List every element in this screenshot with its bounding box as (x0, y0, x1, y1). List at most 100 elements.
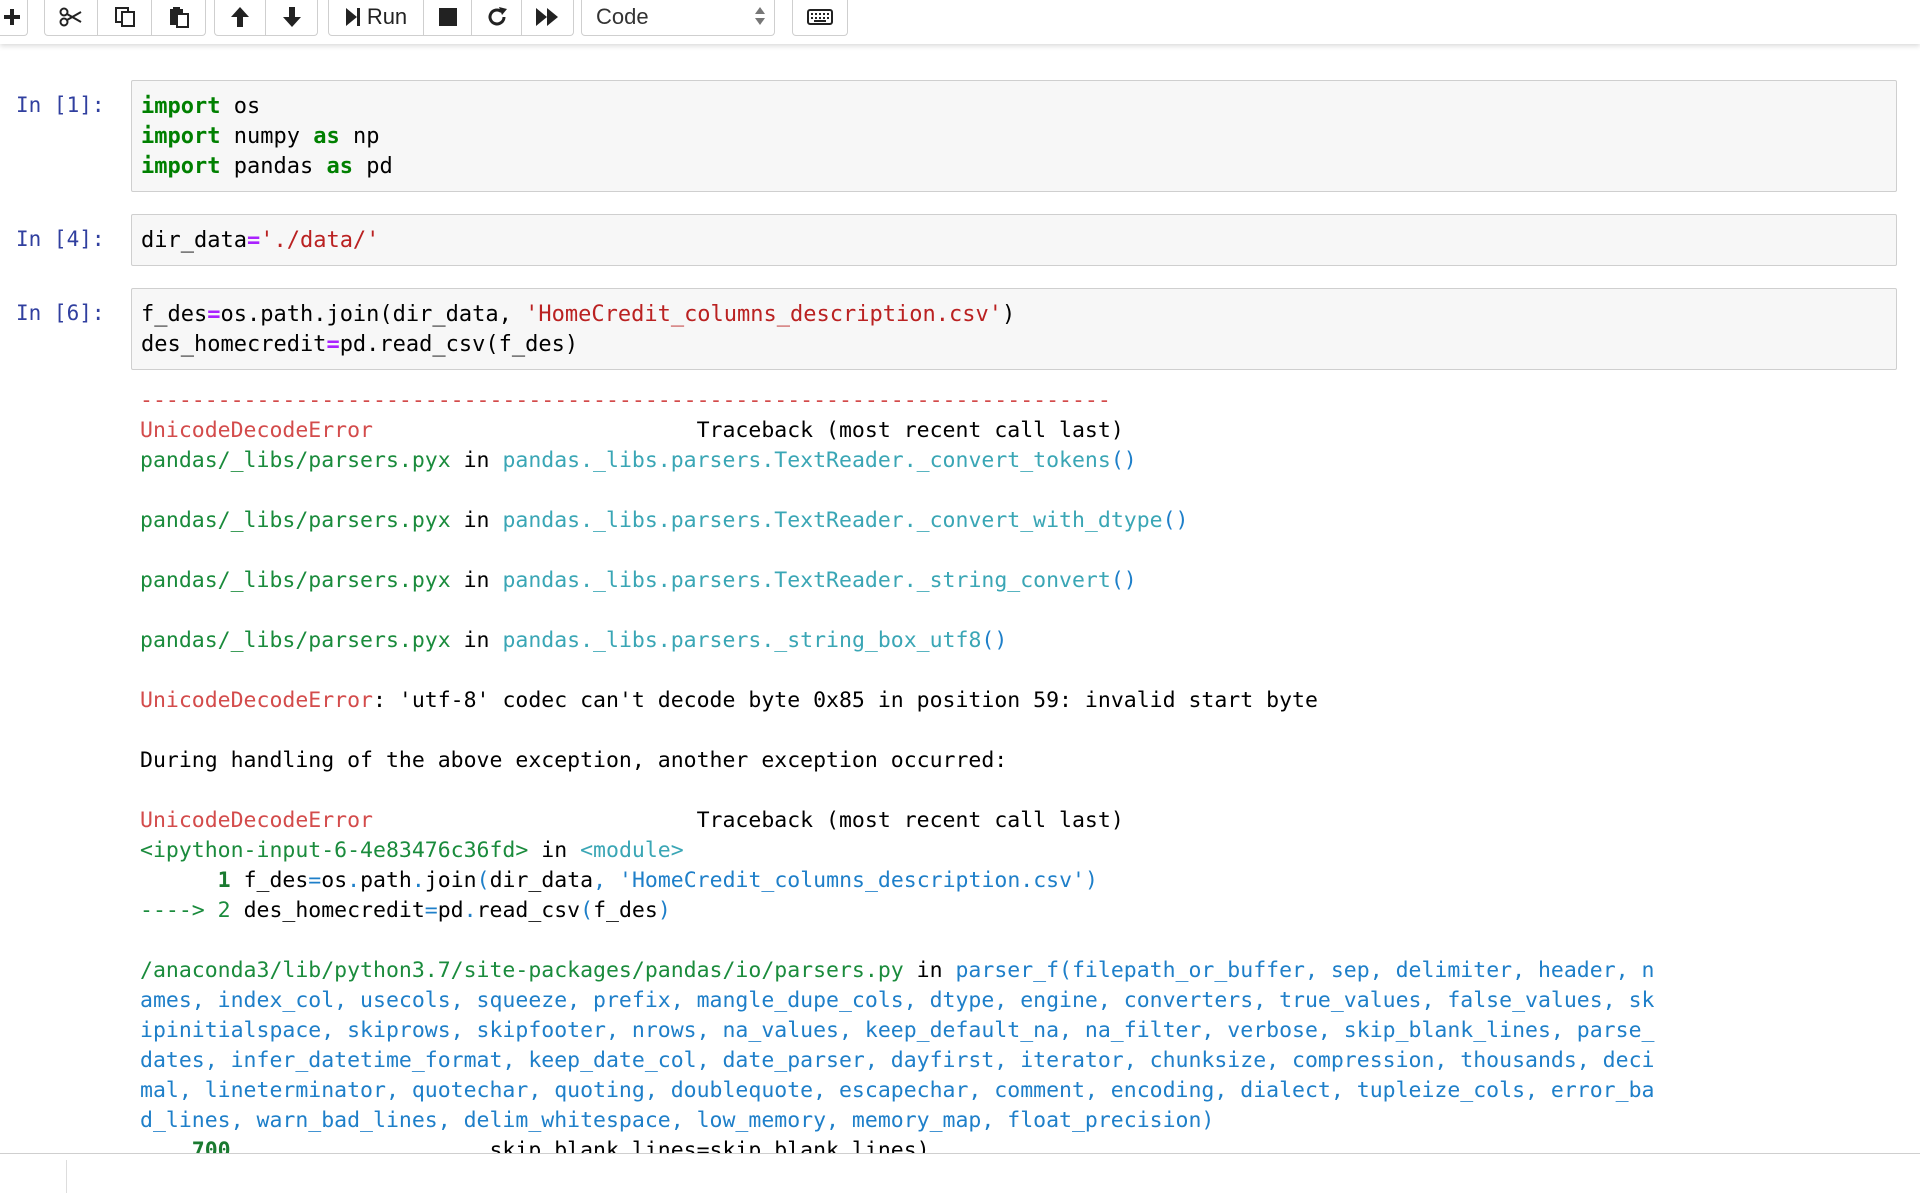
traceback-frame: /anaconda3/lib/python3.7/site-packages/p… (140, 956, 1654, 986)
insert-cell-button[interactable] (0, 0, 28, 36)
cell-type-select[interactable]: Code (581, 0, 775, 36)
operator: = (326, 332, 340, 357)
frame-signature-cont: ipinitialspace, skiprows, skipfooter, nr… (140, 1018, 1655, 1043)
frame-signature-cont: dates, infer_datetime_format, keep_date_… (140, 1048, 1655, 1073)
cell-3-prompt: In [6]: (16, 301, 105, 325)
copy-button[interactable] (98, 0, 152, 36)
cell-1-code[interactable]: import os import numpy as np import pandas… (141, 92, 393, 182)
traceback-title: Traceback (most recent call last) (373, 418, 1124, 443)
frame-paren: () (1110, 448, 1137, 473)
frame-file: pandas/_libs/parsers.pyx (140, 568, 451, 593)
frame-in: in (450, 508, 503, 533)
keyword: import (141, 124, 221, 149)
notebook-toolbar: Run Code (0, 0, 1920, 44)
source-line: 1 f_des=os.path.join(dir_data, 'HomeCred… (140, 866, 1654, 896)
keyword: import (141, 94, 221, 119)
code-line: import pandas as pd (141, 152, 393, 182)
bottom-divider (0, 1153, 1920, 1154)
during-handling-text: During handling of the above exception, … (140, 748, 1008, 773)
keyword: as (326, 154, 353, 179)
frame-func: pandas._libs.parsers.TextReader._string_… (502, 568, 1111, 593)
cell-1-input[interactable] (131, 80, 1897, 192)
traceback-title: Traceback (most recent call last) (373, 808, 1124, 833)
command-palette-button[interactable] (792, 0, 848, 36)
frame-file: pandas/_libs/parsers.pyx (140, 628, 451, 653)
keyword: import (141, 154, 221, 179)
code-text: des_homecredit (243, 898, 425, 923)
cell-2-input[interactable] (131, 214, 1897, 266)
arrow-up-icon (231, 6, 249, 27)
keyboard-icon (807, 8, 833, 25)
frame-func: pandas._libs.parsers.TextReader._convert… (502, 508, 1163, 533)
error-message: : 'utf-8' codec can't decode byte 0x85 i… (373, 688, 1318, 713)
cut-button[interactable] (44, 0, 98, 36)
frame-paren: () (1162, 508, 1189, 533)
code-text: dir_data (141, 228, 247, 253)
operator: ) (657, 898, 671, 923)
keyword: as (313, 124, 340, 149)
string-literal: './data/' (260, 228, 380, 253)
restart-run-all-button[interactable] (522, 0, 574, 36)
traceback-frame: pandas/_libs/parsers.pyx in pandas._libs… (140, 446, 1654, 476)
code-text: os (220, 94, 261, 119)
frame-func: <module> (580, 838, 684, 863)
code-text: f_des (141, 302, 208, 327)
bottom-divider-tick (66, 1160, 67, 1193)
cell-3-code[interactable]: f_des=os.path.join(dir_data, 'HomeCredit… (141, 300, 1015, 360)
code-text: np (339, 124, 380, 149)
cell-type-value: Code (596, 4, 649, 29)
cell-2-code[interactable]: dir_data='./data/' (141, 226, 379, 256)
frame-signature: parser_f(filepath_or_buffer, sep, delimi… (955, 958, 1655, 983)
operator: . (347, 868, 361, 893)
error-name: UnicodeDecodeError (140, 688, 373, 713)
frame-in: in (450, 628, 503, 653)
operator: . (463, 898, 477, 923)
traceback-separator: ----------------------------------------… (140, 388, 1111, 413)
traceback-frame: pandas/_libs/parsers.pyx in pandas._libs… (140, 506, 1654, 536)
operator: = (207, 302, 221, 327)
error-message-line: UnicodeDecodeError: 'utf-8' codec can't … (140, 686, 1654, 716)
code-text: pd (352, 154, 393, 179)
interrupt-kernel-button[interactable] (424, 0, 472, 36)
frame-signature-cont: ames, index_col, usecols, squeeze, prefi… (140, 988, 1655, 1013)
run-button[interactable]: Run (328, 0, 424, 36)
string-literal: 'HomeCredit_columns_description.csv' (525, 302, 1002, 327)
traceback-frame: <ipython-input-6-4e83476c36fd> in <modul… (140, 836, 1654, 866)
frame-in: in (450, 448, 503, 473)
frame-in: in (903, 958, 956, 983)
code-text: ) (1001, 302, 1016, 327)
code-text: f_des (593, 898, 658, 923)
code-text: f_des (243, 868, 309, 893)
code-text: join (424, 868, 477, 893)
restart-kernel-button[interactable] (472, 0, 522, 36)
arrow-down-icon (282, 6, 301, 27)
restart-icon (488, 6, 507, 25)
code-text: os.path.join(dir_data, (220, 302, 526, 327)
operator: ( (476, 868, 490, 893)
move-cell-down-button[interactable] (266, 0, 318, 36)
code-line: des_homecredit=pd.read_csv(f_des) (141, 330, 1015, 360)
code-text: des_homecredit (141, 332, 327, 357)
error-name: UnicodeDecodeError (140, 418, 373, 443)
step-forward-icon (345, 7, 360, 26)
traceback-header: UnicodeDecodeError Traceback (most recen… (140, 806, 1654, 836)
operator: . (411, 868, 425, 893)
frame-func: pandas._libs.parsers.TextReader._convert… (502, 448, 1111, 473)
code-text: pandas (220, 154, 327, 179)
traceback-frame: pandas/_libs/parsers.pyx in pandas._libs… (140, 626, 1654, 656)
operator: , (593, 868, 620, 893)
code-line: f_des=os.path.join(dir_data, 'HomeCredit… (141, 300, 1015, 330)
code-text: os (321, 868, 348, 893)
paste-button[interactable] (152, 0, 206, 36)
cell-2-prompt: In [4]: (16, 227, 105, 251)
code-text: dir_data (489, 868, 594, 893)
code-text: path (360, 868, 412, 893)
current-line-arrow: ----> 2 (140, 898, 244, 923)
move-cell-up-button[interactable] (214, 0, 266, 36)
code-line: import os (141, 92, 393, 122)
frame-file: pandas/_libs/parsers.pyx (140, 448, 451, 473)
